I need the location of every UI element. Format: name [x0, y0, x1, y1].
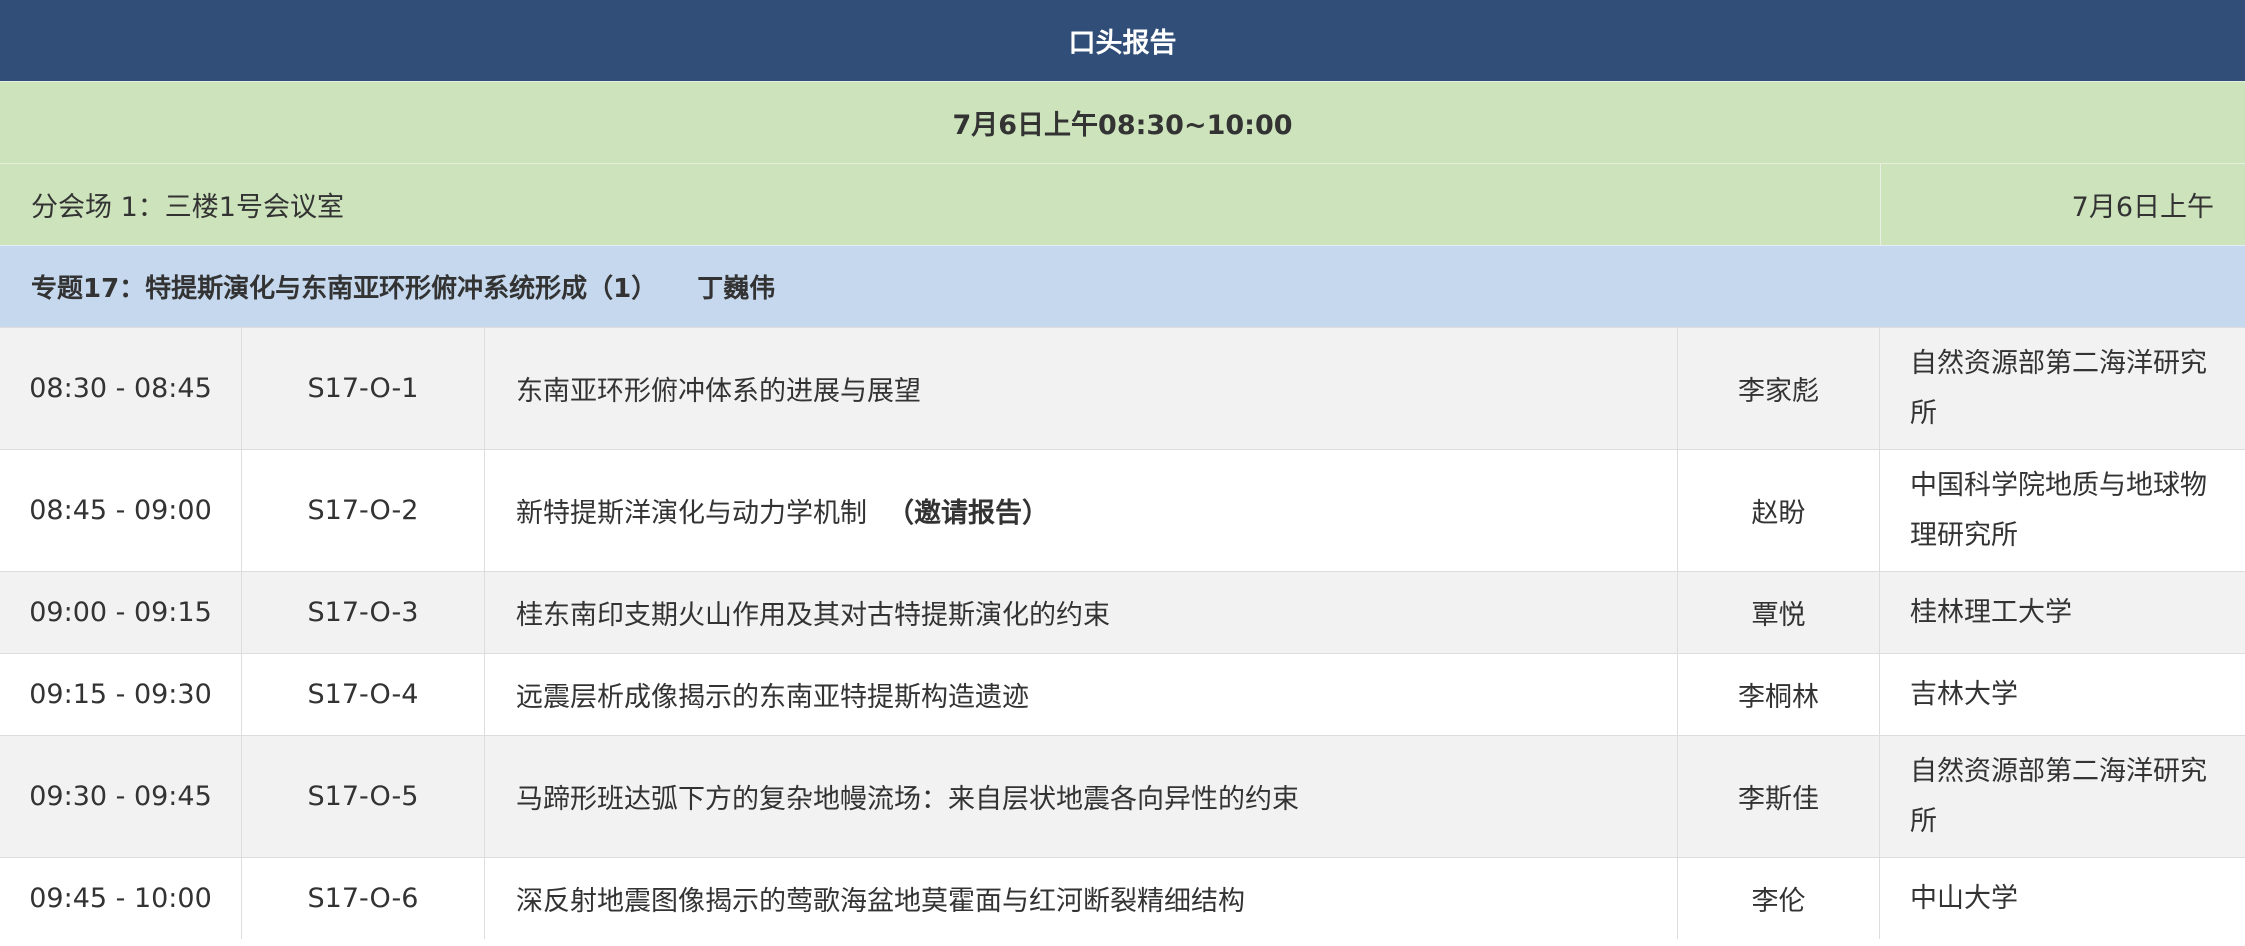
talk-speaker: 李伦: [1678, 858, 1880, 939]
talk-time: 09:15 - 09:30: [0, 654, 242, 735]
table-row: 09:15 - 09:30 S17-O-4 远震层析成像揭示的东南亚特提斯构造遗…: [0, 653, 2245, 735]
talk-speaker: 李家彪: [1678, 328, 1880, 449]
talk-title: 马蹄形班达弧下方的复杂地幔流场：来自层状地震各向异性的约束: [516, 784, 1299, 815]
session-date-row: 7月6日上午08:30~10:00: [0, 81, 2245, 163]
topic-chair: 丁巍伟: [697, 274, 776, 304]
talk-time: 09:45 - 10:00: [0, 858, 242, 939]
talk-title-cell: 马蹄形班达弧下方的复杂地幔流场：来自层状地震各向异性的约束: [485, 736, 1678, 857]
venue-row: 分会场 1：三楼1号会议室 7月6日上午: [0, 163, 2245, 245]
topic-title: 专题17：特提斯演化与东南亚环形俯冲系统形成（1）: [31, 274, 658, 304]
talk-time: 09:30 - 09:45: [0, 736, 242, 857]
schedule-table: 口头报告 7月6日上午08:30~10:00 分会场 1：三楼1号会议室 7月6…: [0, 0, 2245, 939]
talk-speaker: 李斯佳: [1678, 736, 1880, 857]
talk-title: 新特提斯洋演化与动力学机制: [516, 498, 867, 529]
talk-code: S17-O-6: [242, 858, 485, 939]
talk-title: 桂东南印支期火山作用及其对古特提斯演化的约束: [516, 600, 1110, 631]
talk-title-cell: 东南亚环形俯冲体系的进展与展望: [485, 328, 1678, 449]
talk-time: 09:00 - 09:15: [0, 572, 242, 653]
talk-speaker: 赵盼: [1678, 450, 1880, 571]
talk-title-cell: 深反射地震图像揭示的莺歌海盆地莫霍面与红河断裂精细结构: [485, 858, 1678, 939]
talk-title-cell: 远震层析成像揭示的东南亚特提斯构造遗迹: [485, 654, 1678, 735]
talk-code: S17-O-2: [242, 450, 485, 571]
talk-title: 东南亚环形俯冲体系的进展与展望: [516, 376, 921, 407]
talk-institution: 吉林大学: [1910, 678, 2018, 710]
talk-title-cell: 新特提斯洋演化与动力学机制 （邀请报告）: [485, 450, 1678, 571]
table-row: 09:00 - 09:15 S17-O-3 桂东南印支期火山作用及其对古特提斯演…: [0, 571, 2245, 653]
talk-title: 深反射地震图像揭示的莺歌海盆地莫霍面与红河断裂精细结构: [516, 886, 1245, 917]
talk-code: S17-O-1: [242, 328, 485, 449]
table-banner: 口头报告: [0, 0, 2245, 81]
talk-title-cell: 桂东南印支期火山作用及其对古特提斯演化的约束: [485, 572, 1678, 653]
invited-talk-tag: （邀请报告）: [887, 498, 1049, 529]
talk-time: 08:45 - 09:00: [0, 450, 242, 571]
talk-institution: 桂林理工大学: [1910, 596, 2072, 628]
talk-code: S17-O-5: [242, 736, 485, 857]
table-row: 08:30 - 08:45 S17-O-1 东南亚环形俯冲体系的进展与展望 李家…: [0, 327, 2245, 449]
talk-speaker: 覃悦: [1678, 572, 1880, 653]
talk-speaker: 李桐林: [1678, 654, 1880, 735]
talk-time: 08:30 - 08:45: [0, 328, 242, 449]
banner-title: 口头报告: [1068, 28, 1177, 59]
talk-code: S17-O-4: [242, 654, 485, 735]
talk-institution: 中山大学: [1910, 882, 2018, 914]
talk-institution: 中国科学院地质与地球物理研究所: [1910, 469, 2207, 551]
talk-title: 远震层析成像揭示的东南亚特提斯构造遗迹: [516, 682, 1029, 713]
talk-code: S17-O-3: [242, 572, 485, 653]
talk-institution: 自然资源部第二海洋研究所: [1910, 347, 2207, 429]
topic-row: 专题17：特提斯演化与东南亚环形俯冲系统形成（1） 丁巍伟: [0, 245, 2245, 327]
session-date: 7月6日上午08:30~10:00: [952, 110, 1293, 141]
talk-institution: 自然资源部第二海洋研究所: [1910, 755, 2207, 837]
venue-date: 7月6日上午: [1880, 164, 2245, 245]
venue-name: 分会场 1：三楼1号会议室: [31, 192, 344, 223]
table-row: 08:45 - 09:00 S17-O-2 新特提斯洋演化与动力学机制 （邀请报…: [0, 449, 2245, 571]
table-row: 09:30 - 09:45 S17-O-5 马蹄形班达弧下方的复杂地幔流场：来自…: [0, 735, 2245, 857]
table-row: 09:45 - 10:00 S17-O-6 深反射地震图像揭示的莺歌海盆地莫霍面…: [0, 857, 2245, 939]
